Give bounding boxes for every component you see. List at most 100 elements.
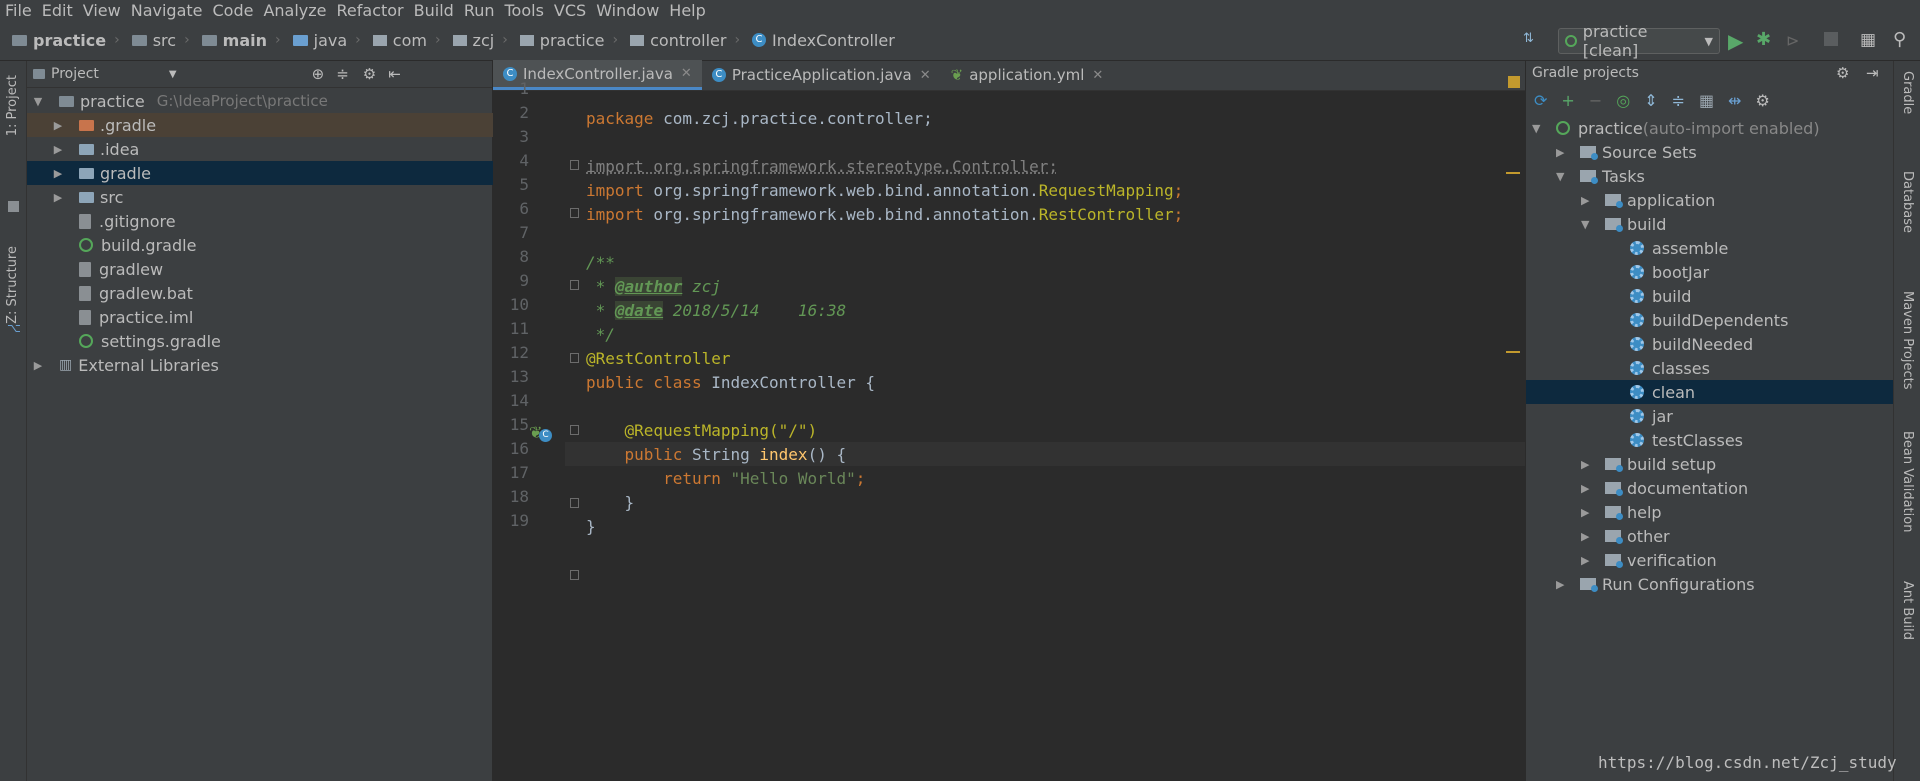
expand-arrow-icon[interactable]: ▼: [1581, 218, 1595, 231]
add-icon[interactable]: +: [1561, 91, 1574, 110]
expand-arrow-icon[interactable]: ▶: [1581, 554, 1595, 567]
gradle-task-build[interactable]: build: [1526, 284, 1894, 308]
menu-build[interactable]: Build: [409, 1, 454, 20]
close-icon[interactable]: ✕: [1092, 68, 1103, 83]
fold-marker[interactable]: [570, 160, 579, 170]
gradle-source-sets[interactable]: ▶ Source Sets: [1526, 140, 1894, 164]
expand-arrow-icon[interactable]: ▶: [31, 359, 45, 372]
menu-edit[interactable]: Edit: [37, 1, 73, 20]
menu-vcs[interactable]: VCS: [549, 1, 586, 20]
offline-mode-icon[interactable]: ⇹: [1728, 91, 1741, 110]
gradle-group-documentation[interactable]: ▶ documentation: [1526, 476, 1894, 500]
tree-item-src[interactable]: ▶ src: [27, 185, 493, 209]
tree-item-gradlew-bat[interactable]: gradlew.bat: [27, 281, 493, 305]
hide-panel-icon[interactable]: ⇥: [1866, 64, 1879, 82]
structure-tool-tab[interactable]: Z: Structure: [5, 246, 20, 324]
expand-arrow-icon[interactable]: ▶: [1556, 146, 1570, 159]
warning-stripe-mark[interactable]: [1506, 172, 1520, 174]
menu-run[interactable]: Run: [459, 1, 495, 20]
fold-marker[interactable]: [570, 425, 579, 435]
tree-item-settings-gradle[interactable]: settings.gradle: [27, 329, 493, 353]
menu-analyze[interactable]: Analyze: [258, 1, 326, 20]
menu-view[interactable]: View: [78, 1, 121, 20]
expand-arrow-icon[interactable]: ▶: [1581, 482, 1595, 495]
breadcrumb-main[interactable]: main ›: [201, 31, 281, 50]
close-icon[interactable]: ✕: [681, 66, 692, 81]
gradle-task-jar[interactable]: jar: [1526, 404, 1894, 428]
settings-gear-icon[interactable]: ⚙: [1836, 64, 1849, 82]
gradle-task-classes[interactable]: classes: [1526, 356, 1894, 380]
collapse-all-icon[interactable]: ≑: [336, 65, 349, 83]
menu-file[interactable]: File: [0, 1, 32, 20]
fold-marker[interactable]: [570, 498, 579, 508]
expand-all-icon[interactable]: ⇕: [1644, 91, 1657, 110]
menu-help[interactable]: Help: [664, 1, 705, 20]
fold-marker[interactable]: [570, 280, 579, 290]
gradle-tool-tab[interactable]: Gradle: [1900, 71, 1915, 114]
tree-item-gradle-hidden[interactable]: ▶ .gradle: [27, 113, 493, 137]
gradle-group-application[interactable]: ▶ application: [1526, 188, 1894, 212]
project-structure-icon[interactable]: ▦: [1860, 30, 1876, 50]
close-icon[interactable]: ✕: [920, 68, 931, 83]
settings-gear-icon[interactable]: ⚙: [363, 65, 376, 83]
gradle-task-bootjar[interactable]: bootJar: [1526, 260, 1894, 284]
ant-build-tool-tab[interactable]: Ant Build: [1900, 581, 1915, 640]
tree-item-gradlew[interactable]: gradlew: [27, 257, 493, 281]
code-editor[interactable]: C IndexController.java ✕ C PracticeAppli…: [493, 60, 1525, 781]
breadcrumb-controller[interactable]: controller ›: [630, 31, 740, 50]
hide-panel-icon[interactable]: ⇤: [388, 65, 401, 83]
tree-item-gitignore[interactable]: .gitignore: [27, 209, 493, 233]
expand-arrow-icon[interactable]: ▶: [51, 143, 65, 156]
gradle-run-configurations[interactable]: ▶ Run Configurations: [1526, 572, 1894, 596]
gradle-root[interactable]: ▼ practice (auto-import enabled): [1526, 116, 1894, 140]
warning-indicator-icon[interactable]: [1508, 76, 1520, 88]
chevron-down-icon[interactable]: ▼: [169, 69, 177, 80]
project-tool-tab[interactable]: 1: Project: [5, 75, 20, 136]
run-icon[interactable]: ▶: [1728, 29, 1743, 53]
bean-validation-tool-tab[interactable]: Bean Validation: [1900, 431, 1915, 532]
expand-arrow-icon[interactable]: ▼: [1532, 122, 1546, 135]
breadcrumb-java[interactable]: java ›: [292, 31, 361, 50]
fold-marker[interactable]: [570, 353, 579, 363]
project-view-select[interactable]: Project: [51, 66, 99, 82]
fold-marker[interactable]: [570, 570, 579, 580]
debug-icon[interactable]: ✱: [1756, 29, 1771, 50]
maven-tool-tab[interactable]: Maven Projects: [1900, 291, 1915, 390]
expand-arrow-icon[interactable]: ▶: [1581, 458, 1595, 471]
gradle-group-other[interactable]: ▶ other: [1526, 524, 1894, 548]
menu-navigate[interactable]: Navigate: [126, 1, 203, 20]
expand-arrow-icon[interactable]: ▼: [31, 95, 45, 108]
gradle-task-buildneeded[interactable]: buildNeeded: [1526, 332, 1894, 356]
expand-arrow-icon[interactable]: ▼: [1556, 170, 1570, 183]
tab-application-yml[interactable]: ❦ application.yml ✕: [941, 60, 1114, 90]
tree-root[interactable]: ▼ practice G:\IdeaProject\practice: [27, 89, 493, 113]
gradle-task-assemble[interactable]: assemble: [1526, 236, 1894, 260]
group-tasks-icon[interactable]: ▦: [1699, 91, 1714, 110]
menu-refactor[interactable]: Refactor: [332, 1, 404, 20]
spring-bean-gutter-icon[interactable]: ❦ C: [529, 423, 555, 445]
tree-item-idea[interactable]: ▶ .idea: [27, 137, 493, 161]
locate-icon[interactable]: ⊕: [312, 65, 325, 83]
gradle-tasks[interactable]: ▼ Tasks: [1526, 164, 1894, 188]
search-icon[interactable]: ⚲: [1893, 29, 1906, 50]
expand-arrow-icon[interactable]: ▶: [1556, 578, 1570, 591]
breadcrumb-practice[interactable]: practice ›: [12, 31, 120, 50]
expand-arrow-icon[interactable]: ▶: [51, 119, 65, 132]
warning-stripe-mark[interactable]: [1506, 351, 1520, 353]
menu-window[interactable]: Window: [591, 1, 659, 20]
expand-arrow-icon[interactable]: ▶: [51, 191, 65, 204]
gradle-group-build[interactable]: ▼ build: [1526, 212, 1894, 236]
tree-item-build-gradle[interactable]: build.gradle: [27, 233, 493, 257]
gradle-task-builddependents[interactable]: buildDependents: [1526, 308, 1894, 332]
gradle-settings-icon[interactable]: ⚙: [1756, 91, 1770, 110]
run-config-select[interactable]: practice [clean] ▼: [1558, 22, 1720, 60]
stop-icon[interactable]: [1824, 32, 1838, 46]
gradle-group-help[interactable]: ▶ help: [1526, 500, 1894, 524]
breadcrumb-indexcontroller[interactable]: C IndexController: [752, 31, 895, 50]
gradle-group-verification[interactable]: ▶ verification: [1526, 548, 1894, 572]
breadcrumb-src[interactable]: src ›: [131, 31, 190, 50]
gradle-task-clean[interactable]: clean: [1526, 380, 1894, 404]
expand-arrow-icon[interactable]: ▶: [51, 167, 65, 180]
gradle-group-build-setup[interactable]: ▶ build setup: [1526, 452, 1894, 476]
collapse-all-icon[interactable]: ≑: [1672, 91, 1685, 110]
